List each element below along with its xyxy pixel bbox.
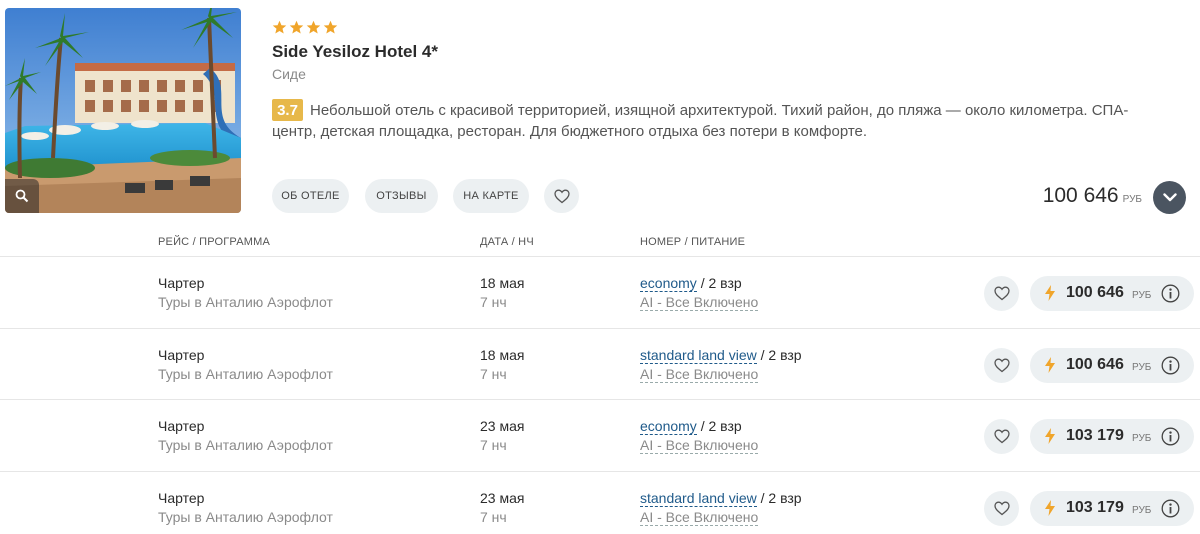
offer-price-value: 103 179	[1066, 427, 1124, 444]
room-guests: / 2 взр	[756, 346, 802, 363]
room-guests: / 2 взр	[696, 275, 742, 291]
offer-price-currency: РУБ	[1132, 361, 1152, 373]
lightning-icon	[1045, 499, 1055, 516]
meal-plan-link[interactable]: AI - Все Включено	[640, 437, 759, 454]
departure-date: 18 мая	[480, 275, 525, 291]
star-icon	[272, 20, 287, 34]
heart-icon	[993, 286, 1010, 301]
rating-badge: 3.7	[272, 99, 303, 121]
room-guests: / 2 взр	[696, 418, 742, 434]
star-icon	[289, 20, 304, 34]
offer-price-currency: РУБ	[1132, 433, 1152, 444]
hotel-photo[interactable]	[5, 8, 241, 213]
map-button[interactable]: НА КАРТЕ	[453, 179, 529, 213]
info-icon[interactable]	[1161, 427, 1180, 446]
meal-plan-link[interactable]: AI - Все Включено	[640, 508, 759, 526]
offer-row: Чартер Туры в Анталию Аэрофлот 18 мая 7 нч s…	[0, 327, 1200, 400]
heart-icon	[993, 501, 1010, 515]
heart-icon	[553, 189, 570, 203]
offer-price-value: 103 179	[1066, 498, 1124, 516]
nights-count: 7 нч	[480, 294, 507, 310]
offer-price-button[interactable]: 100 646 РУБ	[1030, 347, 1194, 383]
hotel-stars	[272, 20, 338, 35]
meal-plan: AI - Все Включено	[640, 508, 759, 526]
tour-program: Туры в Анталию Аэрофлот	[158, 508, 333, 525]
departure-date: 23 мая	[480, 418, 525, 434]
nights-count: 7 нч	[480, 365, 507, 382]
room-info: standard land view / 2 взр	[640, 346, 802, 364]
meal-plan-link[interactable]: AI - Все Включено	[640, 294, 759, 311]
meal-plan: AI - Все Включено	[640, 437, 759, 454]
favorite-hotel-button[interactable]	[544, 179, 579, 213]
offer-row: Чартер Туры в Анталию Аэрофлот 18 мая 7 нч e…	[0, 256, 1200, 328]
offer-row: Чартер Туры в Анталию Аэрофлот 23 мая 7 нч s…	[0, 470, 1200, 534]
tour-program: Туры в Анталию Аэрофлот	[158, 365, 333, 382]
tour-program: Туры в Анталию Аэрофлот	[158, 294, 333, 310]
reviews-button[interactable]: ОТЗЫВЫ	[365, 179, 438, 213]
favorite-offer-button[interactable]	[984, 490, 1019, 526]
hotel-min-price: 100 646 РУБ	[1043, 184, 1142, 208]
lightning-icon	[1045, 285, 1055, 301]
flight-type: Чартер	[158, 418, 205, 434]
offer-price-value: 100 646	[1066, 284, 1124, 301]
offer-price-currency: РУБ	[1132, 290, 1152, 301]
lightning-icon	[1045, 428, 1055, 444]
hotel-price-value: 100 646	[1042, 184, 1119, 207]
star-icon	[306, 20, 321, 34]
magnifier-icon	[15, 189, 29, 203]
hotel-card: Side Yesiloz Hotel 4* Сиде Небольшой оте…	[0, 0, 1200, 226]
expand-offers-button[interactable]	[1153, 181, 1186, 214]
column-header-route: РЕЙС / ПРОГРАММА	[158, 236, 271, 248]
chevron-down-icon	[1162, 193, 1177, 202]
room-type-link[interactable]: standard land view	[640, 346, 757, 364]
column-header-date: ДАТА / НЧ	[480, 236, 534, 248]
offer-price-button[interactable]: 100 646 РУБ	[1030, 276, 1194, 311]
nights-count: 7 нч	[480, 508, 507, 525]
offer-price-currency: РУБ	[1132, 504, 1152, 516]
room-type-link[interactable]: economy	[640, 275, 697, 292]
meal-plan: AI - Все Включено	[640, 365, 759, 383]
room-guests: / 2 взр	[756, 489, 802, 506]
tour-program: Туры в Анталию Аэрофлот	[158, 437, 333, 453]
flight-type: Чартер	[158, 275, 205, 291]
info-icon[interactable]	[1161, 284, 1180, 303]
offer-price-value: 100 646	[1066, 355, 1124, 373]
info-icon[interactable]	[1161, 356, 1180, 375]
offer-price-button[interactable]: 103 179 РУБ	[1030, 490, 1194, 526]
meal-plan-link[interactable]: AI - Все Включено	[640, 365, 759, 383]
room-info: standard land view / 2 взр	[640, 489, 802, 507]
star-icon	[323, 20, 338, 34]
favorite-offer-button[interactable]	[984, 419, 1019, 454]
hotel-price-currency: РУБ	[1122, 194, 1142, 205]
hotel-photo-image	[5, 8, 241, 213]
lightning-icon	[1045, 356, 1055, 373]
about-hotel-button[interactable]: ОБ ОТЕЛЕ	[272, 179, 349, 213]
departure-date: 23 мая	[480, 489, 525, 506]
offer-price-button[interactable]: 103 179 РУБ	[1030, 419, 1194, 454]
hotel-name[interactable]: Side Yesiloz Hotel 4*	[272, 42, 438, 62]
room-type-link[interactable]: economy	[640, 418, 697, 435]
offer-row: Чартер Туры в Анталию Аэрофлот 23 мая 7 нч e…	[0, 399, 1200, 471]
hotel-city: Сиде	[272, 66, 306, 82]
heart-icon	[993, 429, 1010, 444]
nights-count: 7 нч	[480, 437, 507, 453]
flight-type: Чартер	[158, 346, 205, 363]
favorite-offer-button[interactable]	[984, 347, 1019, 383]
favorite-offer-button[interactable]	[984, 276, 1019, 311]
column-header-room: НОМЕР / ПИТАНИЕ	[640, 236, 746, 248]
flight-type: Чартер	[158, 489, 205, 506]
hotel-description: Небольшой отель с красивой территорией, …	[272, 102, 1129, 140]
room-type-link[interactable]: standard land view	[640, 489, 757, 507]
heart-icon	[993, 358, 1010, 372]
departure-date: 18 мая	[480, 346, 525, 363]
room-info: economy / 2 взр	[640, 275, 742, 292]
info-icon[interactable]	[1161, 499, 1180, 518]
meal-plan: AI - Все Включено	[640, 294, 759, 311]
room-info: economy / 2 взр	[640, 418, 742, 435]
photo-zoom-button[interactable]	[5, 179, 39, 213]
